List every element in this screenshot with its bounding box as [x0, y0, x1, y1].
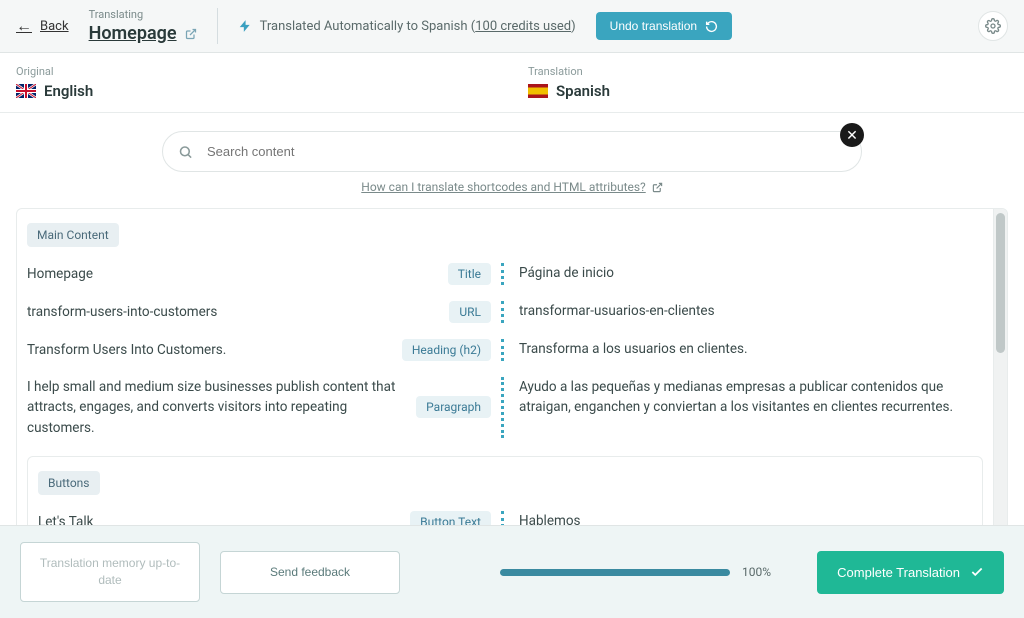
type-tag: URL — [449, 301, 491, 323]
table-row[interactable]: transform-users-into-customers URL trans… — [17, 293, 993, 331]
footer-bar: Translation memory up-to-date Send feedb… — [0, 525, 1024, 618]
help-link[interactable]: How can I translate shortcodes and HTML … — [0, 180, 1024, 194]
progress-wrap: 100% — [500, 565, 771, 579]
progress-percent: 100% — [742, 565, 771, 579]
help-link-text: How can I translate shortcodes and HTML … — [361, 180, 645, 194]
page-title-link[interactable]: Homepage — [89, 23, 197, 44]
original-lang-col: Original English — [0, 53, 512, 112]
check-icon — [970, 565, 984, 579]
bolt-icon — [238, 19, 252, 33]
gear-icon — [985, 18, 1001, 34]
complete-translation-button[interactable]: Complete Translation — [817, 551, 1004, 594]
table-row[interactable]: Transform Users Into Customers. Heading … — [17, 331, 993, 369]
settings-button[interactable] — [978, 11, 1008, 41]
undo-translation-button[interactable]: Undo translation — [596, 12, 732, 40]
trans-text: transformar-usuarios-en-clientes — [505, 301, 983, 321]
table-row[interactable]: I help small and medium size businesses … — [17, 369, 993, 446]
orig-text: transform-users-into-customers — [27, 302, 439, 322]
translation-lang-col: Translation Spanish — [512, 53, 1024, 112]
external-link-icon — [652, 182, 663, 193]
back-link[interactable]: ← Back — [16, 16, 69, 36]
content-area: Main Content Homepage Title Página de in… — [16, 208, 1008, 542]
language-row: Original English Translation Spanish — [0, 53, 1024, 113]
undo-icon — [705, 20, 718, 33]
credits-used: 100 credits used — [475, 19, 571, 34]
clear-search-button[interactable]: ✕ — [840, 123, 864, 147]
external-link-icon — [185, 28, 197, 40]
content-scroll[interactable]: Main Content Homepage Title Página de in… — [17, 209, 993, 541]
search-input[interactable] — [162, 131, 862, 172]
section-tag-buttons: Buttons — [38, 471, 100, 495]
translating-label: Translating — [89, 8, 197, 21]
scrollbar-thumb[interactable] — [996, 213, 1005, 353]
translation-label: Translation — [528, 65, 1008, 78]
original-lang-name: English — [44, 82, 93, 100]
original-lang: English — [16, 82, 496, 100]
top-header: ← Back Translating Homepage Translated A… — [0, 0, 1024, 53]
progress-bar — [500, 569, 730, 576]
original-label: Original — [16, 65, 496, 78]
auto-msg-prefix: Translated Automatically to Spanish ( — [260, 19, 476, 34]
type-tag: Paragraph — [416, 396, 491, 418]
translation-memory-button: Translation memory up-to-date — [20, 542, 200, 602]
orig-text: I help small and medium size businesses … — [27, 377, 406, 438]
orig-text: Transform Users Into Customers. — [27, 340, 392, 360]
table-row[interactable]: Homepage Title Página de inicio — [17, 255, 993, 293]
trans-text: Página de inicio — [505, 263, 983, 283]
translation-lang-name: Spanish — [556, 82, 610, 100]
type-tag: Heading (h2) — [402, 339, 491, 361]
trans-text: Transforma a los usuarios en clientes. — [505, 339, 983, 359]
type-tag: Title — [448, 263, 491, 285]
complete-label: Complete Translation — [837, 565, 960, 580]
auto-msg-suffix: ) — [571, 19, 576, 34]
title-block: Translating Homepage — [89, 8, 197, 44]
send-feedback-button[interactable]: Send feedback — [220, 551, 400, 594]
trans-text: Ayudo a las pequeñas y medianas empresas… — [505, 377, 983, 418]
uk-flag-icon — [16, 84, 36, 98]
orig-text: Homepage — [27, 264, 438, 284]
auto-translate-msg: Translated Automatically to Spanish (100… — [238, 19, 576, 34]
divider — [217, 8, 218, 44]
arrow-left-icon: ← — [16, 16, 32, 36]
back-label: Back — [40, 19, 69, 34]
undo-label: Undo translation — [610, 19, 697, 33]
translation-lang: Spanish — [528, 82, 1008, 100]
section-tag-main: Main Content — [27, 223, 119, 247]
page-name: Homepage — [89, 23, 177, 44]
close-icon: ✕ — [846, 127, 858, 144]
spain-flag-icon — [528, 84, 548, 98]
progress-fill — [500, 569, 730, 576]
search-icon — [178, 144, 193, 159]
search-container: ✕ — [162, 131, 862, 172]
scrollbar[interactable] — [993, 209, 1007, 541]
